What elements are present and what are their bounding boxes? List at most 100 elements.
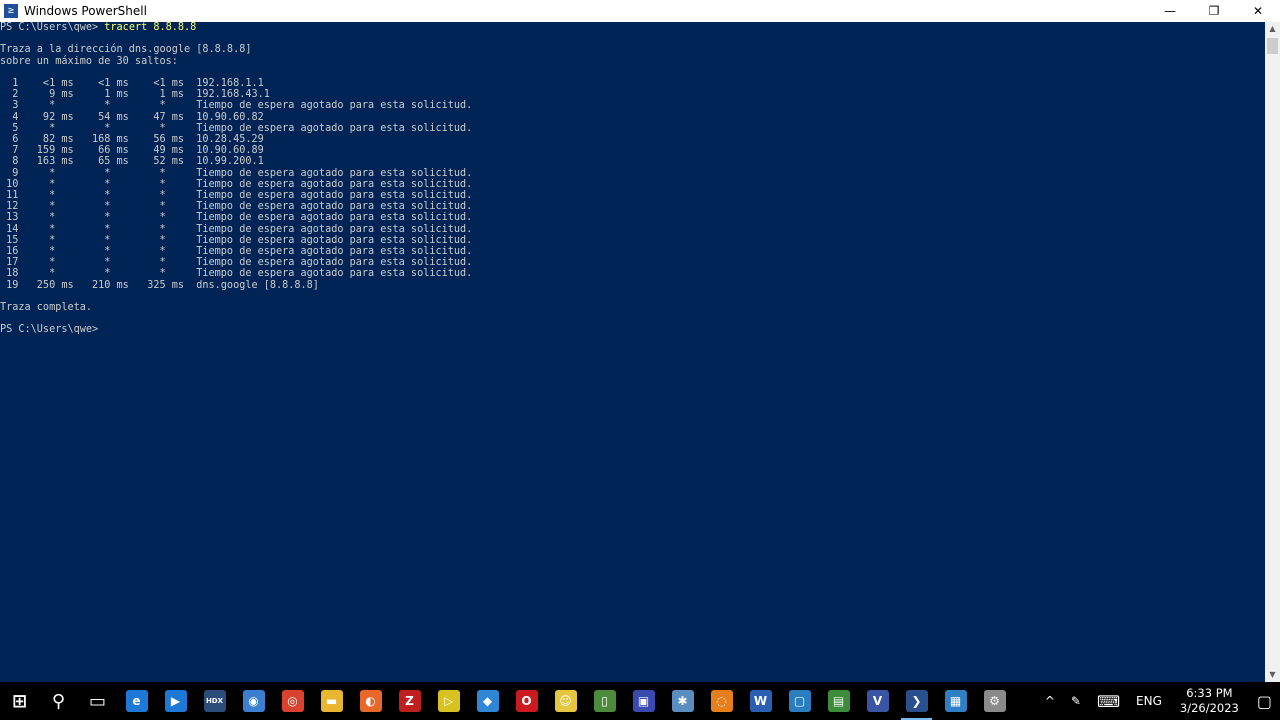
console-line: 5 * * * Tiempo de espera agotado para es… [12, 122, 473, 134]
clock[interactable]: 6:33 PM 3/26/2023 [1170, 682, 1249, 720]
opera-app[interactable]: O [507, 682, 546, 720]
console-line: 17 * * * Tiempo de espera agotado para e… [6, 257, 473, 269]
chat-app[interactable]: ◉ [234, 682, 273, 720]
orange-app[interactable]: ◌ [702, 682, 741, 720]
settings-app[interactable]: ⚙ [975, 682, 1014, 720]
word-app[interactable]: W [741, 682, 780, 720]
visio-icon: V [866, 690, 889, 712]
console-line: 3 * * * Tiempo de espera agotado para es… [12, 100, 473, 112]
word-icon: W [749, 690, 772, 712]
console-line: 12 * * * Tiempo de espera agotado para e… [6, 201, 473, 213]
network-app[interactable]: ✱ [663, 682, 702, 720]
sticky-app[interactable]: ☺ [546, 682, 585, 720]
console-line: sobre un máximo de 30 saltos: [0, 55, 178, 67]
language-indicator[interactable]: ENG [1128, 682, 1170, 720]
player-app[interactable]: ▷ [429, 682, 468, 720]
system-tray: ^ ✎ ⌨ ENG 6:33 PM 3/26/2023 ▢ [1037, 682, 1280, 720]
clock-date: 3/26/2023 [1179, 701, 1239, 715]
powershell-app[interactable]: ❯ [897, 682, 936, 720]
show-hidden-icons-chevron-icon[interactable]: ^ [1037, 682, 1063, 720]
phone-icon: ▯ [593, 690, 616, 712]
close-button[interactable]: ✕ [1236, 0, 1280, 22]
play-icon: ▶ [164, 690, 187, 712]
chrome-icon: ◎ [281, 690, 304, 712]
tools-icon: ⚙ [983, 690, 1006, 712]
media-player-app[interactable]: ▶ [156, 682, 195, 720]
folder-icon: ▬ [320, 690, 343, 712]
console-line: 11 * * * Tiempo de espera agotado para e… [6, 190, 473, 202]
console-output: Traza a la dirección dns.google [8.8.8.8… [0, 44, 472, 313]
console-line: 9 * * * Tiempo de espera agotado para es… [12, 167, 473, 179]
console-line: 13 * * * Tiempo de espera agotado para e… [6, 212, 473, 224]
notification-icon[interactable]: ▢ [1249, 682, 1280, 720]
window-controls: — ❐ ✕ [1148, 0, 1280, 22]
network-icon: ✱ [671, 690, 694, 712]
scroll-down-arrow-icon[interactable]: ▼ [1265, 668, 1280, 682]
save-app[interactable]: ▣ [624, 682, 663, 720]
taskbar-apps: ⊞ ⚲ ▭ e ▶ HDX ◉ ◎ ▬ ◐ Z ▷ ◆ O ☺ ▯ ▣ ✱ ◌ W ▢ ▤ V ❯ ▦ ⚙ [0, 682, 1014, 720]
phone-app[interactable]: ▯ [585, 682, 624, 720]
console-line: 10 * * * Tiempo de espera agotado para e… [6, 178, 473, 190]
player-icon: ▷ [437, 690, 460, 712]
console-line: 18 * * * Tiempo de espera agotado para e… [6, 268, 473, 280]
pen-icon[interactable]: ✎ [1063, 682, 1089, 720]
taskbar: ⊞ ⚲ ▭ e ▶ HDX ◉ ◎ ▬ ◐ Z ▷ ◆ O ☺ ▯ ▣ ✱ ◌ W ▢ ▤ V ❯ ▦ ⚙ ^ ✎ ⌨ ENG 6… [0, 682, 1280, 720]
edge-icon: e [125, 690, 148, 712]
search-icon: ⚲ [51, 690, 66, 712]
firefox-icon: ◐ [359, 690, 382, 712]
firefox-app[interactable]: ◐ [351, 682, 390, 720]
prompt: PS C:\Users\qwe> [0, 22, 105, 33]
smiley-icon: ☺ [554, 690, 577, 712]
orange-app-icon: ◌ [710, 690, 733, 712]
hdx-icon: HDX [203, 690, 226, 712]
console-line: 14 * * * Tiempo de espera agotado para e… [6, 223, 473, 235]
restore-button[interactable]: ❐ [1192, 0, 1236, 22]
final-prompt[interactable]: PS C:\Users\qwe> [0, 324, 98, 335]
bird-icon: ◆ [476, 690, 499, 712]
powershell-icon: ≥ [4, 4, 18, 18]
spreadsheet-app[interactable]: ▤ [819, 682, 858, 720]
bird-app[interactable]: ◆ [468, 682, 507, 720]
console-area[interactable]: PS C:\Users\qwe> tracert 8.8.8.8 Traza a… [0, 22, 1265, 682]
console-line: 2 9 ms 1 ms 1 ms 192.168.43.1 [12, 89, 270, 101]
console-line: Traza completa. [0, 302, 93, 314]
console-line: 8 163 ms 65 ms 52 ms 10.99.200.1 [12, 156, 264, 168]
opera-icon: O [515, 690, 538, 712]
minimize-button[interactable]: — [1148, 0, 1192, 22]
window-titlebar[interactable]: ≥ Windows PowerShell — ❐ ✕ [0, 0, 1280, 22]
keyboard-icon[interactable]: ⌨ [1089, 682, 1128, 720]
hdx-app[interactable]: HDX [195, 682, 234, 720]
start-button[interactable]: ⊞ [0, 682, 39, 720]
floppy-icon: ▣ [632, 690, 655, 712]
virtualbox-icon: ▢ [788, 690, 811, 712]
search-button[interactable]: ⚲ [39, 682, 78, 720]
console-line: 1 <1 ms <1 ms <1 ms 192.168.1.1 [12, 78, 264, 90]
console-line: 19 250 ms 210 ms 325 ms dns.google [8.8.… [6, 279, 319, 291]
console-line: 6 82 ms 168 ms 56 ms 10.28.45.29 [12, 134, 264, 146]
filezilla-app[interactable]: Z [390, 682, 429, 720]
file-explorer-app[interactable]: ▬ [312, 682, 351, 720]
edge-app[interactable]: e [117, 682, 156, 720]
task-view-icon: ▭ [88, 690, 106, 712]
console-line: 4 92 ms 54 ms 47 ms 10.90.60.82 [12, 111, 264, 123]
powershell-icon: ❯ [905, 690, 928, 712]
chrome-app[interactable]: ◎ [273, 682, 312, 720]
scroll-up-arrow-icon[interactable]: ▲ [1265, 22, 1280, 36]
virtualbox-app[interactable]: ▢ [780, 682, 819, 720]
console-line: 15 * * * Tiempo de espera agotado para e… [6, 234, 473, 246]
console-text: PS C:\Users\qwe> tracert 8.8.8.8 Traza a… [0, 22, 1265, 336]
task-view-button[interactable]: ▭ [78, 682, 117, 720]
console-line: Traza a la dirección dns.google [8.8.8.8… [0, 44, 252, 56]
remote-desktop-app[interactable]: ▦ [936, 682, 975, 720]
spreadsheet-icon: ▤ [827, 690, 850, 712]
remote-desktop-icon: ▦ [944, 690, 967, 712]
console-line: 7 159 ms 66 ms 49 ms 10.90.60.89 [12, 145, 264, 157]
visio-app[interactable]: V [858, 682, 897, 720]
window-title: Windows PowerShell [24, 4, 147, 18]
command-text: tracert 8.8.8.8 [104, 22, 197, 33]
vertical-scrollbar[interactable]: ▲ ▼ [1265, 22, 1280, 682]
scrollbar-thumb[interactable] [1267, 38, 1278, 54]
chat-bubble-icon: ◉ [242, 690, 265, 712]
console-line: 16 * * * Tiempo de espera agotado para e… [6, 246, 473, 258]
windows-logo-icon: ⊞ [11, 690, 28, 712]
